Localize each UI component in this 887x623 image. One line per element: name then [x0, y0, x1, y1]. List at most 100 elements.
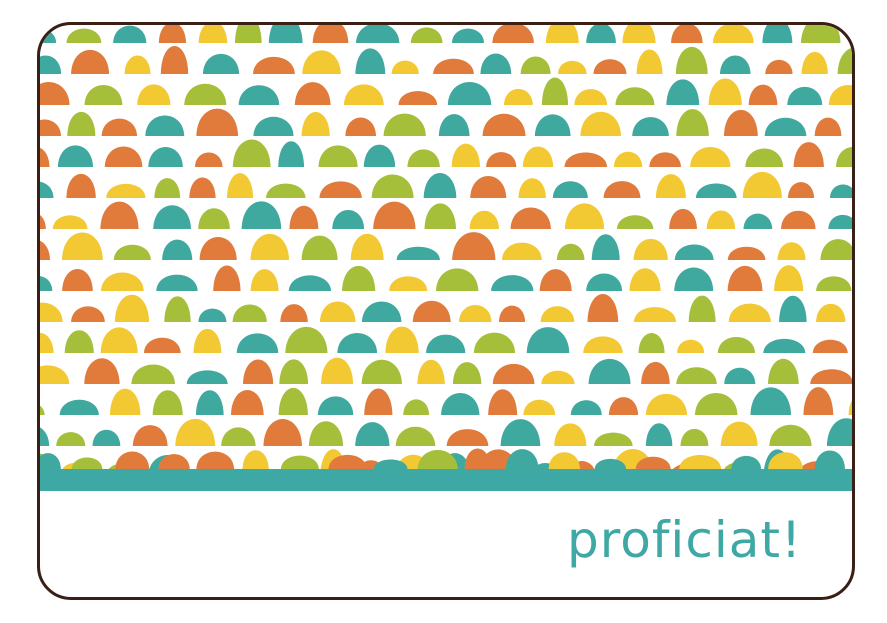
scallop-hill: [674, 244, 714, 260]
scallop-hill: [480, 53, 512, 74]
scallop-hill: [452, 362, 482, 384]
scallop-hill: [649, 152, 681, 167]
scallop-hill: [848, 400, 852, 415]
scallop-hill: [613, 151, 643, 167]
scallop-hill: [816, 303, 846, 322]
scallop-hill: [510, 207, 551, 229]
scallop-hill: [645, 393, 688, 415]
scallop-hill: [633, 238, 668, 260]
scallop-hill: [312, 25, 349, 43]
scallop-hill: [688, 295, 716, 322]
scallop-hill: [587, 294, 619, 322]
scallop-hill: [803, 387, 834, 415]
scallop-hill: [591, 234, 620, 260]
scallop-hill: [40, 427, 50, 446]
scallop-hill: [66, 173, 96, 198]
scallop-hill: [92, 429, 121, 446]
scallop-hill: [622, 25, 656, 43]
scallop-hill: [828, 85, 852, 105]
scallop-hill: [113, 25, 147, 43]
scallop-hill: [104, 146, 143, 167]
scallop-hill: [814, 117, 842, 136]
scallop-hill: [679, 454, 722, 469]
scallop-hill: [289, 205, 319, 229]
scallop-hill: [503, 88, 533, 105]
scallop-hill: [410, 27, 443, 43]
scallop-hill: [748, 84, 778, 105]
scallop-hill: [407, 149, 440, 167]
scallop-hill: [765, 59, 793, 74]
scallop-hill: [498, 305, 526, 322]
scallop-hill: [202, 53, 240, 74]
scallop-hill: [708, 78, 742, 105]
scallop-hill: [633, 307, 677, 322]
scallop-hill: [301, 112, 330, 136]
scallop-hill: [548, 452, 581, 469]
scallop-hill: [812, 339, 848, 353]
scallop-hill: [153, 205, 191, 229]
scallop-hill: [486, 152, 517, 167]
scallop-hill: [441, 393, 480, 415]
scallop-hill: [250, 269, 279, 291]
scallop-hill: [800, 25, 841, 43]
scallop-hill: [232, 139, 271, 167]
scallop-hill: [196, 108, 239, 136]
scallop-hill: [837, 47, 852, 74]
scallop-hill: [539, 269, 572, 291]
scallop-hill: [836, 147, 852, 167]
scallop-hill: [198, 25, 228, 43]
scallop-hill: [556, 243, 585, 260]
scallop-hill: [518, 178, 546, 198]
scallop-hill: [526, 327, 570, 353]
greeting-card: proficiat!: [37, 22, 855, 600]
scallop-hill: [743, 213, 773, 229]
scallop-hill: [361, 359, 402, 384]
scallop-hill: [488, 389, 518, 415]
scallop-hill: [40, 215, 46, 229]
scallop-hill: [64, 330, 94, 353]
scallop-hill: [492, 25, 534, 43]
scallop-hill: [40, 181, 54, 198]
scallop-hill: [317, 396, 354, 415]
scallop-hill: [769, 424, 812, 446]
scallop-hill: [541, 370, 575, 384]
scallop-hill: [451, 143, 481, 167]
scallop-hill: [636, 49, 663, 74]
scallop-hill: [40, 119, 62, 136]
scallop-hill: [114, 294, 150, 322]
scallop-hill: [694, 393, 738, 415]
scallop-hill: [564, 152, 608, 167]
scallop-hill: [632, 117, 669, 136]
scallop-hill: [319, 301, 356, 322]
scallop-hill: [132, 425, 168, 446]
scallop-hill: [175, 418, 216, 446]
scallop-hill: [473, 332, 516, 353]
scallop-hill: [57, 145, 94, 167]
scallop-hill: [638, 332, 665, 353]
scallop-hill: [230, 389, 264, 415]
scallop-hill: [113, 244, 151, 260]
scallop-hill: [40, 82, 70, 105]
scallop-hill: [793, 142, 824, 167]
scallop-hill: [750, 387, 792, 415]
scallop-hill: [671, 25, 703, 43]
scallop-hill: [417, 359, 445, 384]
scallop-hill: [552, 181, 588, 198]
scallop-hill: [801, 51, 828, 74]
scallop-hill: [464, 448, 491, 469]
scallop-hill: [768, 358, 799, 384]
scallop-hill: [666, 79, 700, 105]
scallop-hill: [829, 184, 852, 198]
scallop-hill: [40, 453, 61, 469]
scallop-hill: [492, 363, 535, 384]
scallop-hill: [40, 28, 57, 43]
scallop-hill: [84, 84, 123, 105]
scallop-hill: [501, 242, 542, 260]
scallop-hill: [583, 336, 623, 353]
scallop-hill: [712, 25, 754, 43]
scallop-hill: [234, 25, 262, 43]
scallop-hill: [213, 265, 241, 291]
scallop-hill: [774, 265, 804, 291]
scallop-hill: [61, 232, 103, 260]
scallop-hill: [676, 109, 709, 136]
